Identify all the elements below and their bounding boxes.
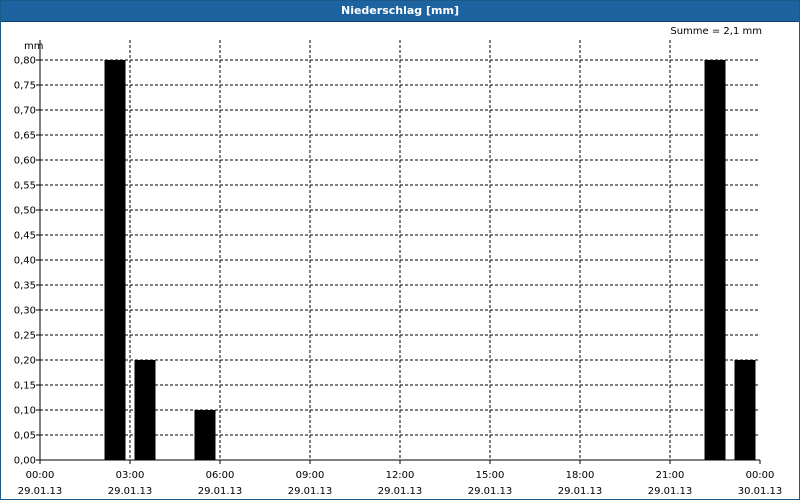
y-tick-label: 0,55 (14, 181, 36, 192)
x-tick-date-label: 29.01.13 (198, 486, 243, 497)
x-tick-time-label: 09:00 (296, 470, 325, 481)
x-tick-time-label: 03:00 (116, 470, 145, 481)
x-tick-date-label: 29.01.13 (558, 486, 603, 497)
y-tick-label: 0,10 (14, 406, 36, 417)
x-tick-date-label: 29.01.13 (378, 486, 423, 497)
x-tick-time-label: 15:00 (476, 470, 505, 481)
y-tick-label: 0,40 (14, 256, 36, 267)
x-tick-time-label: 06:00 (206, 470, 235, 481)
precipitation-bar (704, 60, 726, 460)
x-tick-date-label: 30.01.13 (738, 486, 783, 497)
x-tick-date-label: 29.01.13 (468, 486, 513, 497)
y-tick-label: 0,35 (14, 281, 36, 292)
y-tick-label: 0,50 (14, 206, 36, 217)
plot-area: 0,00 0,05 0,10 0,15 0,20 0,25 0,30 0,35 0,40 0,45… (14, 40, 783, 497)
y-tick-label: 0,25 (14, 331, 36, 342)
x-tick-time-label: 00:00 (26, 470, 55, 481)
x-tick-time-label: 18:00 (566, 470, 595, 481)
x-tick-time-label: 00:00 (746, 470, 775, 481)
y-tick-label: 0,00 (14, 456, 36, 467)
y-tick-label: 0,20 (14, 356, 36, 367)
x-tick-time-label: 21:00 (656, 470, 685, 481)
x-tick-date-label: 29.01.13 (648, 486, 693, 497)
y-tick-label: 0,05 (14, 431, 36, 442)
precipitation-bar (734, 360, 756, 460)
y-tick-label: 0,80 (14, 56, 36, 67)
x-tick-date-label: 29.01.13 (18, 486, 63, 497)
x-tick-date-label: 29.01.13 (288, 486, 333, 497)
x-tick-date-label: 29.01.13 (108, 486, 153, 497)
y-tick-label: 0,15 (14, 381, 36, 392)
precipitation-bar (134, 360, 156, 460)
y-tick-label: 0,60 (14, 156, 36, 167)
y-tick-label: 0,45 (14, 231, 36, 242)
precipitation-bar (104, 60, 126, 460)
y-tick-label: 0,30 (14, 306, 36, 317)
y-tick-label: 0,65 (14, 131, 36, 142)
x-tick-time-label: 12:00 (386, 470, 415, 481)
precipitation-bar (194, 410, 216, 460)
y-tick-label: 0,75 (14, 81, 36, 92)
y-tick-label: 0,70 (14, 106, 36, 117)
